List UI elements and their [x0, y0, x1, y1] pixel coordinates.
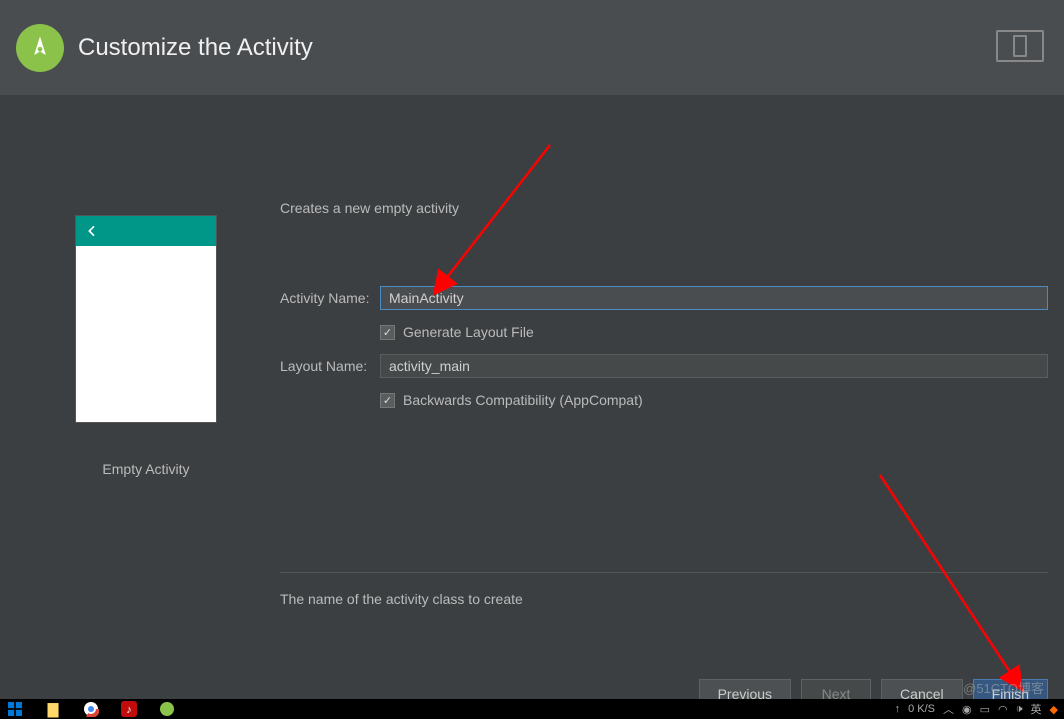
wizard-header: Customize the Activity	[0, 0, 1064, 95]
form-panel: Creates a new empty activity Activity Na…	[276, 125, 1048, 669]
wizard-content: Empty Activity Creates a new empty activ…	[0, 95, 1064, 669]
preview-toolbar	[76, 216, 216, 246]
tray-wifi-icon[interactable]: ◠	[998, 703, 1008, 716]
activity-name-row: Activity Name:	[280, 286, 1048, 310]
svg-text:♪: ♪	[126, 704, 132, 716]
activity-preview	[75, 215, 217, 423]
backwards-compat-label: Backwards Compatibility (AppCompat)	[403, 392, 643, 408]
windows-start-icon[interactable]	[6, 700, 24, 718]
back-arrow-icon	[84, 223, 100, 239]
tray-volume-icon[interactable]: 🕩	[1016, 703, 1023, 716]
backwards-compat-checkbox[interactable]: ✓	[380, 393, 395, 408]
watermark: @51CTO博客	[963, 678, 1044, 697]
upload-speed-icon: ↑	[895, 703, 901, 715]
android-studio-logo	[16, 24, 64, 72]
taskbar-tray: ↑ 0 K/S ︿ ◉ ▭ ◠ 🕩 英 ◆	[895, 701, 1058, 717]
tray-chevron-icon[interactable]: ︿	[943, 701, 954, 717]
chrome-icon[interactable]	[82, 700, 100, 718]
form-subtitle: Creates a new empty activity	[280, 200, 1048, 216]
tray-circle-icon[interactable]: ◉	[962, 703, 972, 716]
wizard-title: Customize the Activity	[78, 34, 313, 62]
generate-layout-checkbox[interactable]: ✓	[380, 325, 395, 340]
device-preview-icon	[996, 30, 1044, 62]
layout-name-input[interactable]	[380, 354, 1048, 378]
activity-name-input[interactable]	[380, 286, 1048, 310]
compass-icon	[26, 34, 54, 62]
windows-taskbar: ▇ ♪ ↑ 0 K/S ︿ ◉ ▭ ◠ 🕩 英 ◆	[0, 699, 1064, 719]
file-explorer-icon[interactable]: ▇	[44, 700, 62, 718]
backwards-compat-row[interactable]: ✓ Backwards Compatibility (AppCompat)	[380, 388, 1048, 412]
generate-layout-label: Generate Layout File	[403, 324, 534, 340]
helper-text: The name of the activity class to create	[280, 591, 1048, 607]
tray-battery-icon[interactable]: ▭	[980, 703, 990, 716]
preview-panel: Empty Activity	[16, 125, 276, 669]
form-divider: The name of the activity class to create	[280, 572, 1048, 607]
activity-name-label: Activity Name:	[280, 290, 380, 306]
netease-music-icon[interactable]: ♪	[120, 700, 138, 718]
preview-caption: Empty Activity	[102, 461, 189, 477]
android-studio-taskbar-icon[interactable]	[158, 700, 176, 718]
generate-layout-row[interactable]: ✓ Generate Layout File	[380, 320, 1048, 344]
tray-lang-indicator[interactable]: 英	[1031, 701, 1042, 717]
tray-app-icon[interactable]: ◆	[1050, 703, 1058, 716]
layout-name-label: Layout Name:	[280, 358, 380, 374]
network-speed: 0 K/S	[908, 703, 935, 715]
layout-name-row: Layout Name:	[280, 354, 1048, 378]
